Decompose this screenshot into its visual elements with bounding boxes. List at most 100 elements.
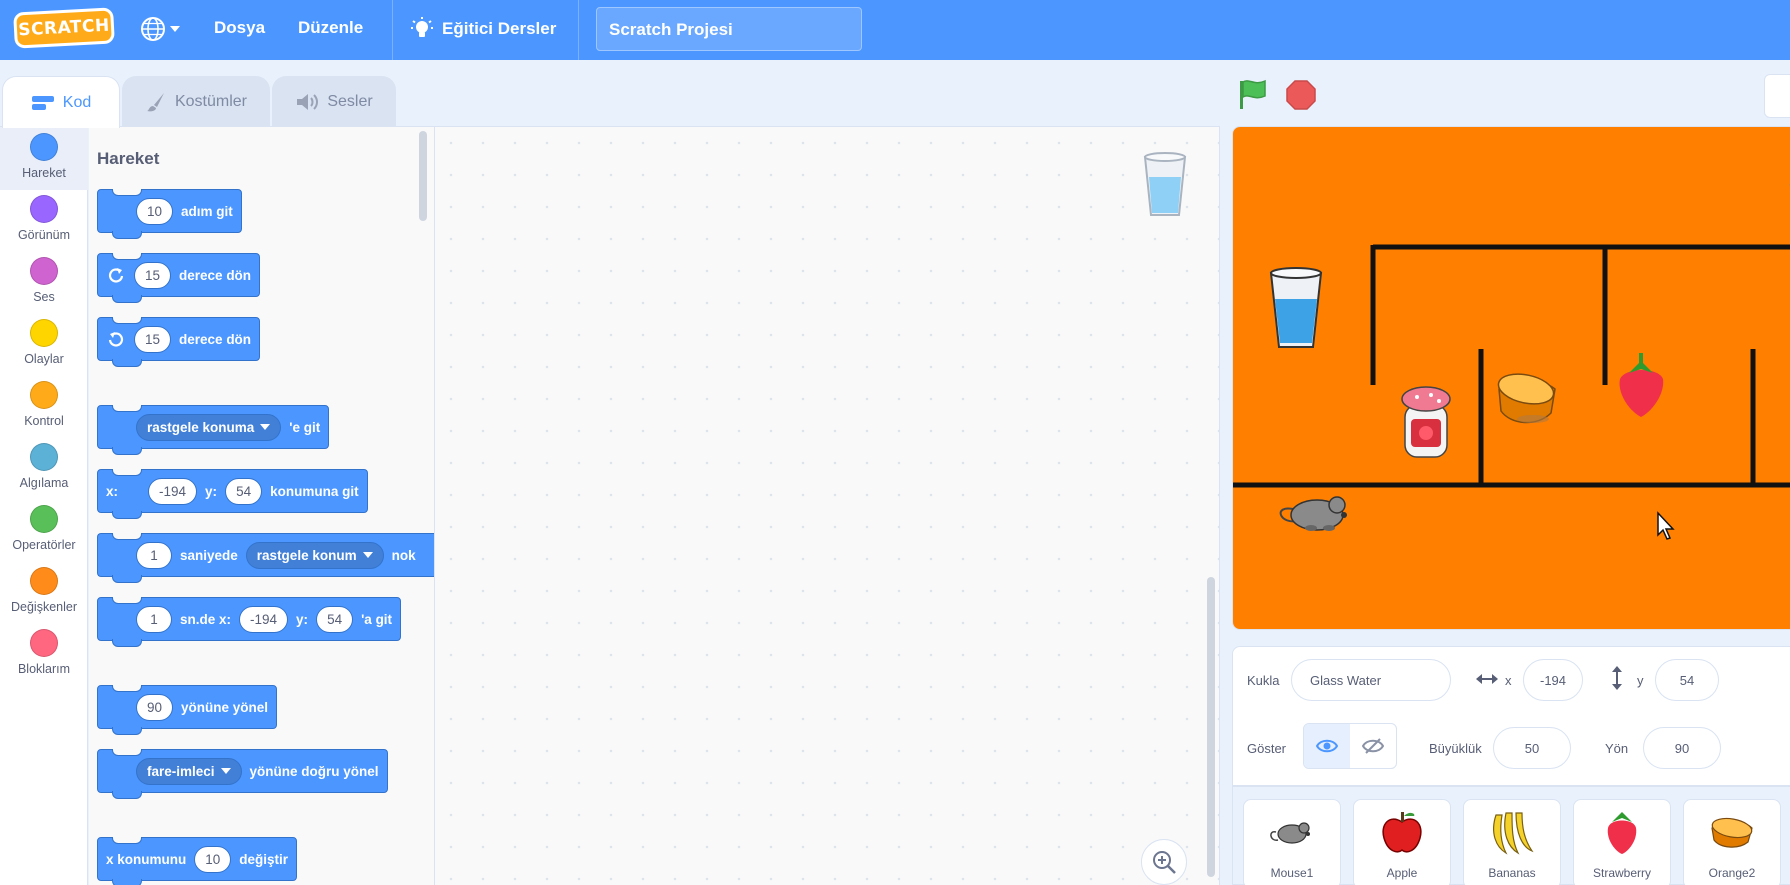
palette-scrollbar[interactable] <box>419 131 427 221</box>
block-input[interactable]: 1 <box>136 605 172 633</box>
mouse-sprite[interactable] <box>1279 496 1347 531</box>
block-move-steps[interactable]: 10 adım git <box>97 189 242 239</box>
block-glide-to[interactable]: 1 saniyede rastgele konum nok <box>97 533 434 583</box>
language-menu[interactable] <box>140 16 180 42</box>
block-turn-left[interactable]: 15 derece dön <box>97 317 261 367</box>
sprite-tile-orange2[interactable]: Orange2 <box>1683 799 1781 885</box>
block-input[interactable]: 15 <box>134 325 172 353</box>
block-point-towards[interactable]: fare-imleci yönüne doğru yönel <box>97 749 388 799</box>
category-sensing[interactable]: Algılama <box>0 437 88 500</box>
block-input[interactable]: -194 <box>239 605 289 633</box>
code-icon <box>31 95 54 110</box>
block-text: adım git <box>181 203 233 219</box>
block-input[interactable]: 10 <box>194 845 232 873</box>
y-input[interactable]: 54 <box>1655 659 1719 701</box>
category-looks[interactable]: Görünüm <box>0 189 88 252</box>
sprite-tile-mouse1[interactable]: Mouse1 <box>1243 799 1341 885</box>
block-glide-to-xy[interactable]: 1 sn.de x: -194 y: 54 'a git <box>97 597 402 647</box>
tab-sounds-label: Sesler <box>327 92 373 110</box>
category-variables[interactable]: Değişkenler <box>0 561 88 624</box>
dropdown-caret-icon <box>260 424 271 430</box>
y-label: y <box>1637 673 1644 688</box>
category-label: Kontrol <box>24 414 64 428</box>
x-label: x <box>1505 673 1512 688</box>
block-go-to-xy[interactable]: x: -194 y: 54 konumuna git <box>97 469 368 519</box>
x-arrows-icon <box>1476 674 1498 684</box>
block-text: yönüne yönel <box>181 699 269 715</box>
stop-icon[interactable] <box>1286 80 1316 110</box>
direction-label: Yön <box>1605 741 1629 756</box>
category-my-blocks[interactable]: Bloklarım <box>0 623 88 686</box>
menu-divider <box>392 0 393 60</box>
stage[interactable] <box>1232 126 1790 630</box>
block-input[interactable]: 10 <box>136 197 174 225</box>
block-dropdown[interactable]: fare-imleci <box>136 757 242 785</box>
block-text: saniyede <box>180 547 238 563</box>
block-dropdown[interactable]: rastgele konuma <box>136 413 282 441</box>
y-arrows-icon <box>1612 666 1622 690</box>
sprite-name-label: Kukla <box>1247 673 1280 688</box>
block-go-to[interactable]: rastgele konuma 'e git <box>97 405 330 455</box>
orange-sprite[interactable] <box>1496 369 1557 424</box>
block-input[interactable]: 15 <box>134 261 172 289</box>
edit-menu[interactable]: Düzenle <box>298 18 363 38</box>
glass-water-sprite[interactable] <box>1269 267 1323 348</box>
category-control[interactable]: Kontrol <box>0 375 88 438</box>
project-title-input[interactable]: Scratch Projesi <box>596 7 862 51</box>
jam-jar-sprite[interactable] <box>1401 386 1451 458</box>
zoom-in-button[interactable] <box>1141 839 1187 885</box>
category-events[interactable]: Olaylar <box>0 313 88 376</box>
strawberry-sprite[interactable] <box>1619 353 1664 417</box>
tab-code-label: Kod <box>62 93 92 111</box>
sprite-tile-apple[interactable]: Apple <box>1353 799 1451 885</box>
scratch-logo[interactable]: SCRATCH <box>13 7 115 49</box>
stage-canvas <box>1233 184 1790 540</box>
tab-costumes[interactable]: Kostümler <box>122 76 270 126</box>
block-text: 'a git <box>361 611 393 627</box>
stage-size-button[interactable] <box>1764 74 1790 118</box>
sprite-tile-strawberry[interactable]: Strawberry <box>1573 799 1671 885</box>
category-motion-dot <box>30 133 58 161</box>
block-input[interactable]: 90 <box>136 693 174 721</box>
menu-divider <box>578 0 579 60</box>
block-point-in-direction[interactable]: 90 yönüne yönel <box>97 685 278 735</box>
block-input[interactable]: 54 <box>225 477 263 505</box>
block-text: 'e git <box>289 419 321 435</box>
block-input[interactable]: 54 <box>316 605 354 633</box>
visibility-toggle <box>1303 723 1397 769</box>
show-button[interactable] <box>1304 724 1350 768</box>
category-label: Operatörler <box>12 538 76 552</box>
tab-costumes-label: Kostümler <box>174 92 248 110</box>
block-dropdown[interactable]: rastgele konum <box>245 541 384 569</box>
block-change-x[interactable]: x konumunu 10 değiştir <box>97 837 298 885</box>
show-label: Göster <box>1247 741 1287 756</box>
category-sound[interactable]: Ses <box>0 251 88 314</box>
dropdown-value: rastgele konum <box>256 547 357 563</box>
code-scrollbar[interactable] <box>1207 577 1215 877</box>
block-input[interactable]: -194 <box>148 477 198 505</box>
green-flag-icon[interactable] <box>1236 78 1270 110</box>
sprite-tile-bananas[interactable]: Bananas <box>1463 799 1561 885</box>
apple-icon <box>1376 804 1428 860</box>
sprite-list: Mouse1 Apple Bananas Strawberry Orange2 <box>1232 786 1790 885</box>
tab-code[interactable]: Kod <box>2 76 120 128</box>
direction-input[interactable]: 90 <box>1643 727 1721 769</box>
block-turn-right[interactable]: 15 derece dön <box>97 253 261 303</box>
rotate-right-icon <box>108 268 124 283</box>
block-text: y: <box>205 483 218 499</box>
tutorials-menu[interactable]: Eğitici Dersler <box>410 16 556 42</box>
code-workspace[interactable] <box>435 126 1220 885</box>
x-input[interactable]: -194 <box>1523 659 1583 701</box>
file-menu[interactable]: Dosya <box>214 18 265 38</box>
strawberry-icon <box>1602 804 1642 860</box>
block-palette: Hareket 10 adım git 15 derece dön 15 der… <box>89 126 435 885</box>
hide-button[interactable] <box>1350 724 1396 768</box>
bananas-icon <box>1486 804 1538 860</box>
category-motion[interactable]: Hareket <box>0 127 88 190</box>
category-operators[interactable]: Operatörler <box>0 499 88 562</box>
sprite-name-input[interactable]: Glass Water <box>1291 659 1451 701</box>
block-input[interactable]: 1 <box>136 541 172 569</box>
tab-sounds[interactable]: Sesler <box>272 76 396 126</box>
size-input[interactable]: 50 <box>1493 727 1571 769</box>
brush-icon <box>146 92 164 111</box>
